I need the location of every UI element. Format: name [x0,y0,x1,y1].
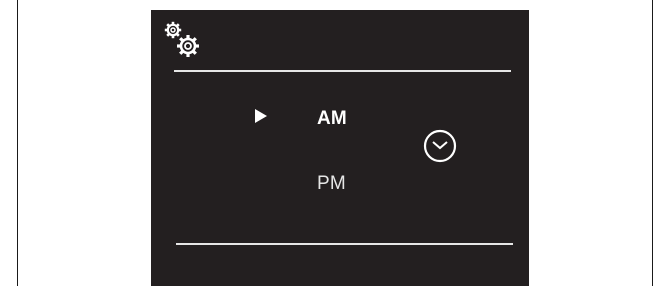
settings-gears-icon[interactable] [159,14,211,66]
page: AM PM [0,0,670,286]
frame-border-left [17,0,18,286]
play-pointer-icon [255,109,267,123]
footer-divider [176,243,513,245]
clock-icon [423,129,457,163]
frame-border-right [652,0,653,286]
option-am[interactable]: AM [317,108,347,130]
header-divider [174,70,511,72]
option-pm[interactable]: PM [317,173,346,195]
display-screen: AM PM [151,10,529,286]
